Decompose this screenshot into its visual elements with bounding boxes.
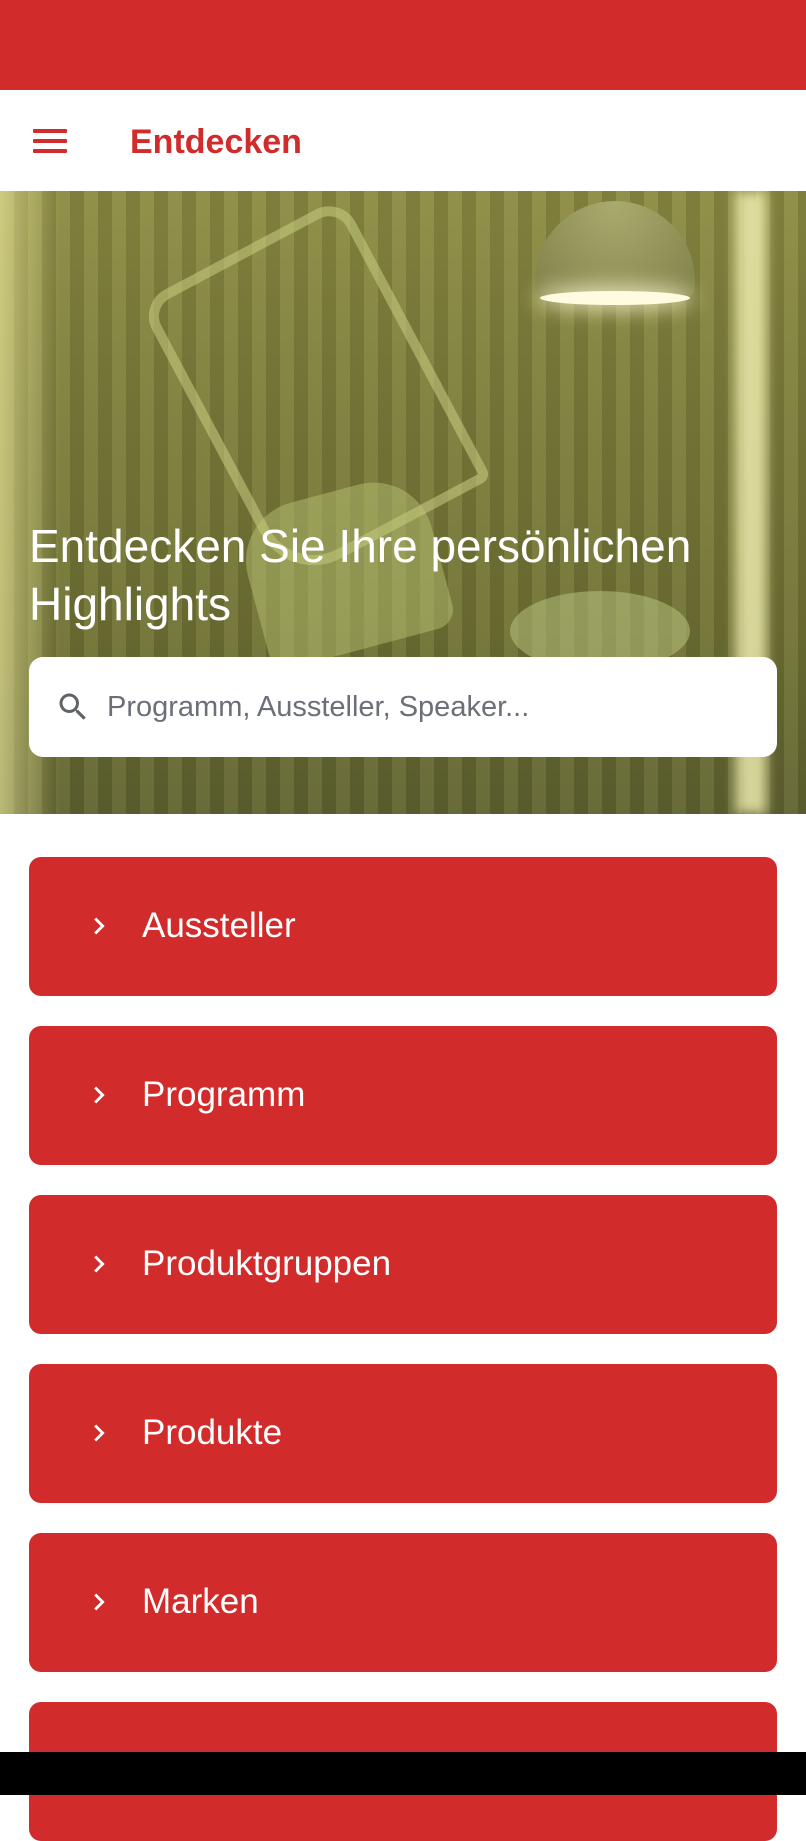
hero-banner: Entdecken Sie Ihre persönlichen Highligh… xyxy=(0,191,806,814)
app-bar: Entdecken xyxy=(0,90,806,191)
nav-item-label: Aussteller xyxy=(142,906,296,945)
nav-item-produkte[interactable]: Produkte xyxy=(29,1364,777,1503)
nav-item-marken[interactable]: Marken xyxy=(29,1533,777,1672)
nav-item-programm[interactable]: Programm xyxy=(29,1026,777,1165)
search-input[interactable] xyxy=(107,681,747,733)
nav-item-aussteller[interactable]: Aussteller xyxy=(29,857,777,996)
nav-item-label: Produkte xyxy=(142,1413,283,1452)
chevron-right-icon xyxy=(94,1424,105,1442)
nav-item-produktgruppen[interactable]: Produktgruppen xyxy=(29,1195,777,1334)
status-bar xyxy=(0,0,806,90)
nav-item-label: Marken xyxy=(142,1582,259,1621)
nav-item-label: Produktgruppen xyxy=(142,1244,392,1283)
hero-headline: Entdecken Sie Ihre persönlichen Highligh… xyxy=(29,520,692,630)
hero-lamp-light xyxy=(540,291,690,305)
page-title: Entdecken xyxy=(130,123,302,161)
chevron-right-icon xyxy=(94,1255,105,1273)
chevron-right-icon xyxy=(94,1086,105,1104)
system-navigation-bar xyxy=(0,1752,806,1795)
search-icon xyxy=(59,693,86,720)
chevron-right-icon xyxy=(94,917,105,935)
nav-item-label: Programm xyxy=(142,1075,306,1114)
chevron-right-icon xyxy=(94,1593,105,1611)
search-bar[interactable] xyxy=(29,657,777,757)
menu-icon[interactable] xyxy=(28,120,72,164)
